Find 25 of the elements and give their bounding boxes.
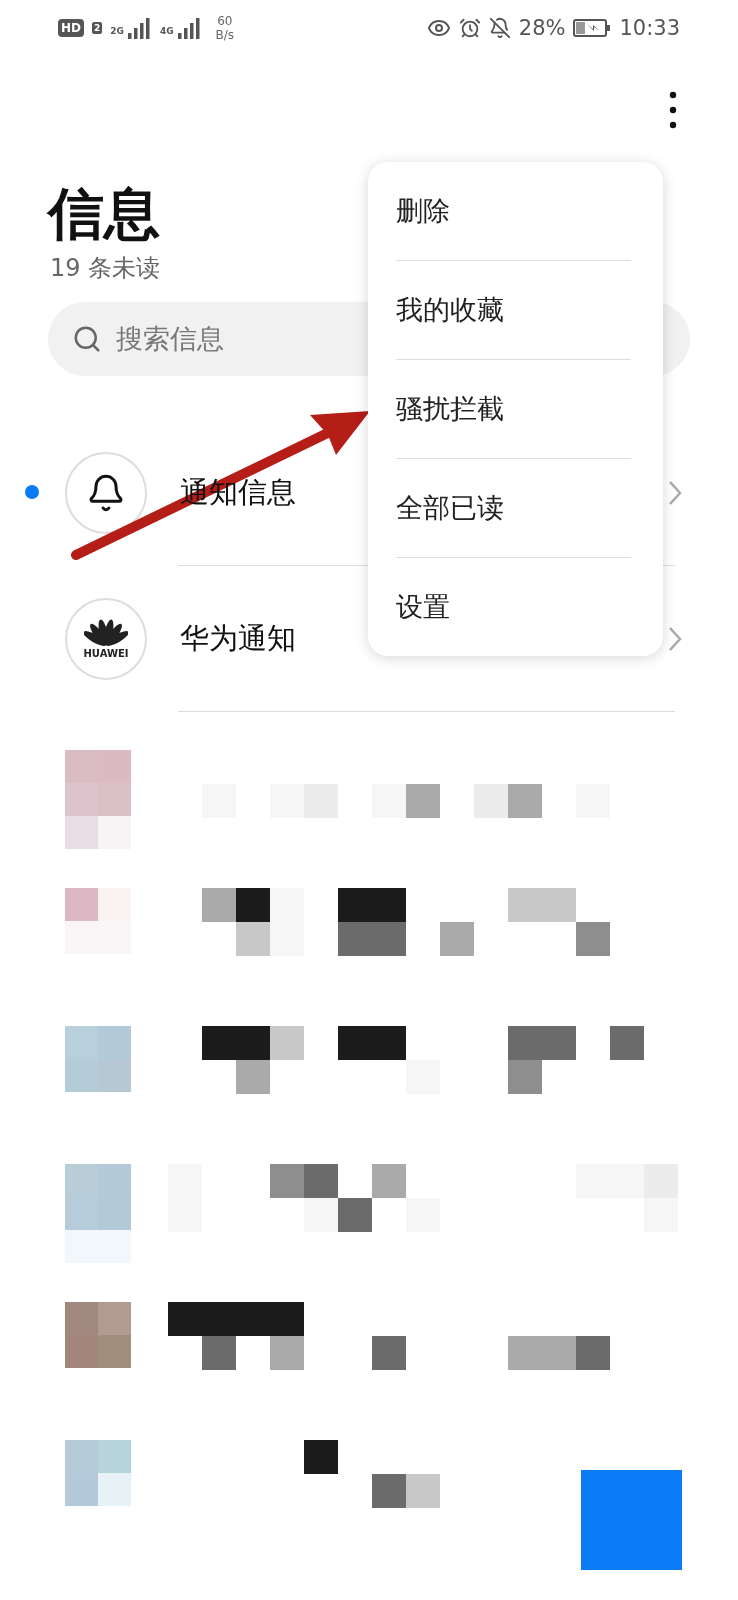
hd-badge: HD xyxy=(58,19,84,37)
conversation-name: 华为通知 xyxy=(180,619,296,657)
alarm-icon xyxy=(458,17,481,39)
menu-item[interactable]: 设置 xyxy=(396,557,631,656)
clock-time: 10:33 xyxy=(619,16,680,40)
chevron-icon xyxy=(668,479,682,506)
petal-logo-icon xyxy=(84,618,128,646)
battery-percent: 28% xyxy=(518,16,566,40)
network-label: 4G xyxy=(159,26,174,36)
sim-badge: 2 xyxy=(92,22,103,34)
page-title: 信息 xyxy=(48,180,160,248)
menu-item[interactable]: 我的收藏 xyxy=(396,260,631,359)
battery-icon xyxy=(573,18,612,38)
chevron-icon xyxy=(668,625,682,652)
signal-icon xyxy=(125,17,152,39)
network-label: 2G xyxy=(110,26,124,36)
menu-item[interactable]: 删除 xyxy=(396,162,631,260)
search-icon xyxy=(72,324,102,354)
unread-count: 19 条未读 xyxy=(50,253,162,284)
signal-icon xyxy=(175,17,202,39)
menu-item[interactable]: 骚扰拦截 xyxy=(396,359,631,458)
network-speed: 60 B/s xyxy=(215,14,235,42)
menu-item[interactable]: 全部已读 xyxy=(396,458,631,557)
logo-text: HUAWEI xyxy=(83,648,129,659)
bell-off-icon xyxy=(488,17,511,39)
